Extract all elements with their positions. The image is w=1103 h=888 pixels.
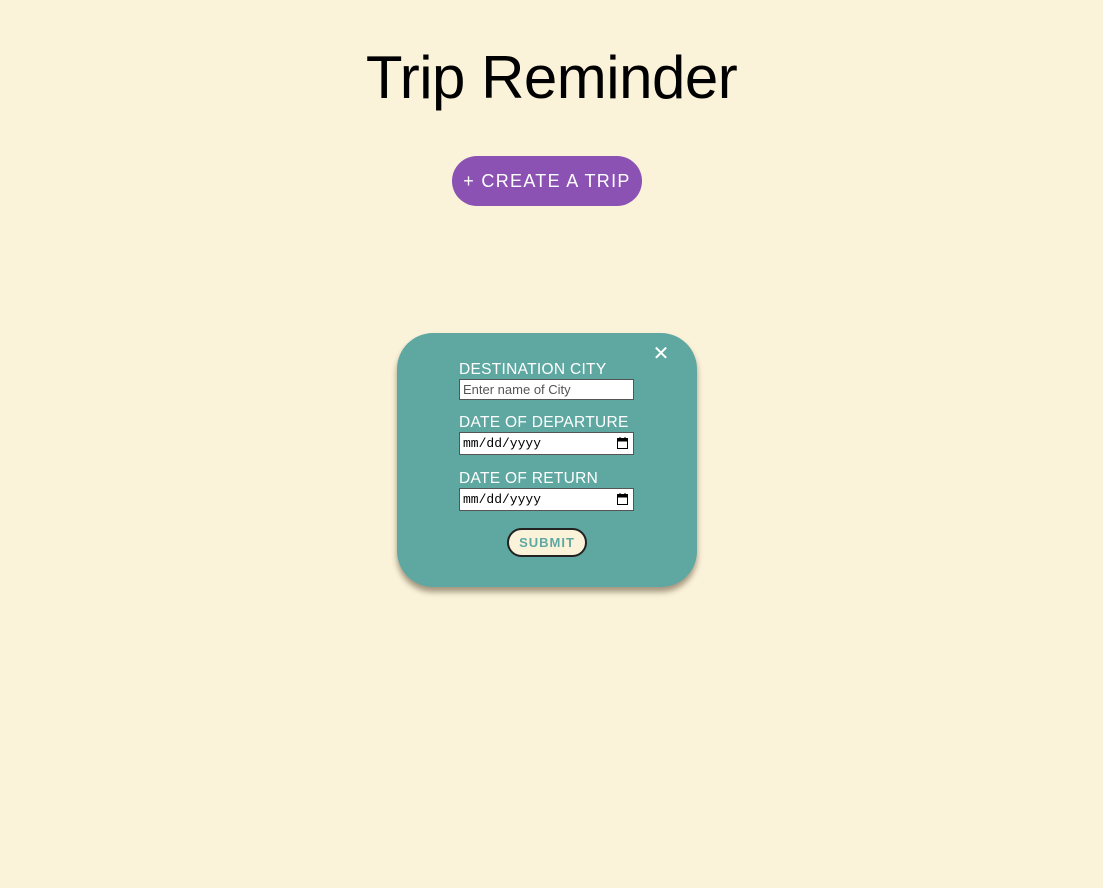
- create-trip-modal: ✕ DESTINATION CITY DATE OF DEPARTURE mm/…: [397, 333, 697, 587]
- page-title: Trip Reminder: [365, 44, 738, 111]
- return-date-value: mm/dd/yyyy: [463, 492, 542, 507]
- calendar-icon[interactable]: [617, 437, 628, 449]
- departure-date-input[interactable]: mm/dd/yyyy: [459, 432, 634, 455]
- return-date-label: DATE OF RETURN: [459, 470, 599, 487]
- departure-date-value: mm/dd/yyyy: [463, 436, 542, 451]
- create-trip-button[interactable]: + CREATE A TRIP: [452, 156, 642, 206]
- calendar-icon[interactable]: [617, 493, 628, 505]
- destination-city-label: DESTINATION CITY: [459, 361, 607, 378]
- submit-button[interactable]: SUBMIT: [507, 528, 587, 557]
- departure-date-label: DATE OF DEPARTURE: [459, 414, 629, 431]
- return-date-input[interactable]: mm/dd/yyyy: [459, 488, 634, 511]
- close-icon[interactable]: ✕: [651, 343, 671, 365]
- destination-city-input[interactable]: [459, 379, 634, 400]
